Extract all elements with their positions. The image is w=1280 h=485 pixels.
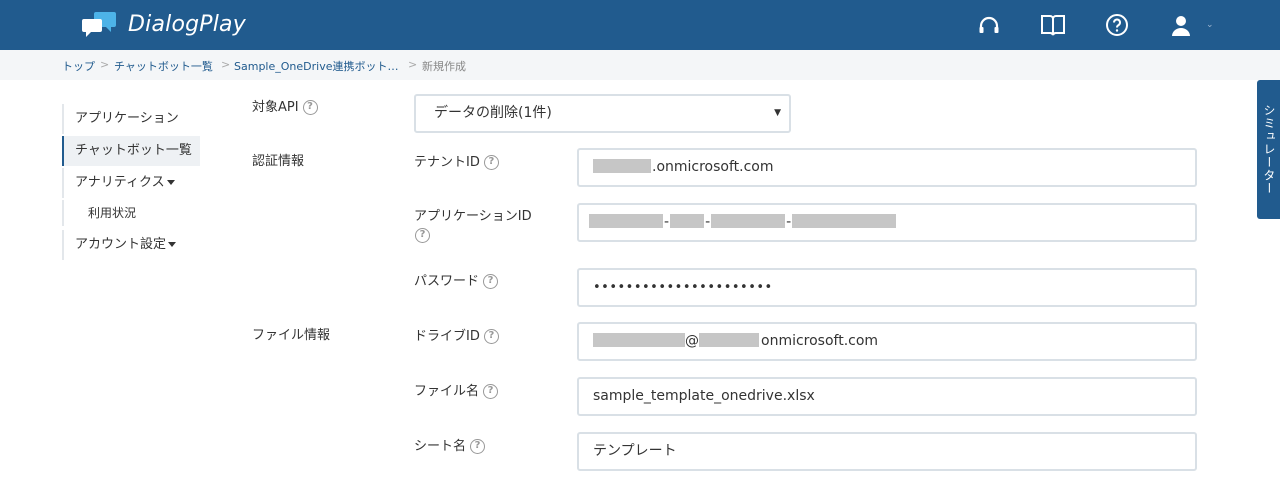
sheet-name-label: シート名? bbox=[414, 435, 486, 454]
target-api-label-text: 対象API bbox=[252, 100, 299, 115]
sidebar-item-label: チャットボット一覧 bbox=[75, 143, 192, 158]
simulator-tab-label: シミュレーター bbox=[1262, 104, 1276, 195]
chevron-down-icon[interactable]: ⌄ bbox=[1206, 20, 1214, 30]
simulator-tab[interactable]: シミュレーター bbox=[1257, 80, 1280, 219]
tenant-id-label: テナントID? bbox=[414, 151, 499, 170]
redacted-value bbox=[589, 213, 663, 228]
sidebar-item-analytics[interactable]: アナリティクス bbox=[62, 168, 200, 198]
sidebar-item-label: アプリケーション bbox=[75, 111, 179, 126]
redacted-value bbox=[699, 332, 759, 347]
drive-id-suffix: onmicrosoft.com bbox=[761, 333, 879, 349]
sidebar-item-applications[interactable]: アプリケーション bbox=[62, 104, 200, 134]
auth-section-title: 認証情報 bbox=[252, 154, 305, 169]
password-label: パスワード? bbox=[414, 270, 499, 289]
drive-id-input[interactable]: @ onmicrosoft.com bbox=[577, 322, 1197, 361]
help-icon[interactable]: ? bbox=[483, 384, 499, 399]
dropdown-caret-icon bbox=[168, 242, 177, 247]
file-name-label-text: ファイル名 bbox=[414, 384, 480, 399]
application-id-label: アプリケーションID bbox=[414, 209, 532, 224]
user-icon[interactable] bbox=[1168, 12, 1194, 38]
password-input[interactable]: •••••••••••••••••••••• bbox=[577, 268, 1197, 307]
tenant-id-suffix: .onmicrosoft.com bbox=[652, 159, 774, 175]
chat-bubbles-logo-icon bbox=[82, 10, 116, 38]
help-icon[interactable]: ? bbox=[483, 329, 499, 344]
file-section-title: ファイル情報 bbox=[252, 328, 331, 343]
file-name-label: ファイル名? bbox=[414, 380, 499, 399]
tenant-id-label-text: テナントID bbox=[414, 155, 480, 170]
target-api-selected-value: データの削除(1件) bbox=[434, 105, 552, 121]
file-name-input[interactable]: sample_template_onedrive.xlsx bbox=[577, 377, 1197, 416]
drive-id-at: @ bbox=[685, 333, 699, 349]
dropdown-caret-icon bbox=[166, 180, 175, 185]
help-circle-icon[interactable] bbox=[1104, 12, 1130, 38]
book-icon[interactable] bbox=[1040, 12, 1066, 38]
redacted-value bbox=[792, 213, 897, 228]
breadcrumb-bot-link[interactable]: Sample_OneDrive連携ボット… bbox=[234, 58, 398, 74]
password-masked-value: •••••••••••••••••••••• bbox=[593, 280, 773, 295]
application-id-input[interactable]: --- bbox=[577, 203, 1197, 242]
target-api-select[interactable]: データの削除(1件) ▼ bbox=[414, 94, 791, 133]
brand-name: DialogPlay bbox=[128, 11, 246, 37]
target-api-label: 対象API? bbox=[252, 96, 318, 115]
redacted-value bbox=[593, 158, 651, 173]
headset-icon[interactable] bbox=[976, 12, 1002, 38]
drive-id-label: ドライブID? bbox=[414, 325, 499, 344]
drive-id-label-text: ドライブID bbox=[414, 329, 480, 344]
sheet-name-input[interactable]: テンプレート bbox=[577, 432, 1197, 471]
select-arrow-icon: ▼ bbox=[774, 108, 781, 118]
redacted-value bbox=[711, 213, 786, 228]
breadcrumb-separator: > bbox=[408, 58, 418, 71]
breadcrumb-top-link[interactable]: トップ bbox=[62, 58, 95, 74]
breadcrumb-separator: > bbox=[100, 58, 110, 71]
sidebar-item-account-settings[interactable]: アカウント設定 bbox=[62, 230, 200, 260]
top-navigation-bar: DialogPlay ⌄ bbox=[0, 0, 1280, 50]
sidebar-item-usage[interactable]: 利用状況 bbox=[62, 200, 200, 226]
help-icon[interactable]: ? bbox=[302, 100, 318, 115]
file-name-value: sample_template_onedrive.xlsx bbox=[593, 388, 815, 404]
breadcrumb-separator: > bbox=[221, 58, 231, 71]
help-icon[interactable]: ? bbox=[470, 439, 486, 454]
redacted-value bbox=[670, 213, 705, 228]
redacted-value bbox=[593, 332, 685, 347]
sidebar-item-label: 利用状況 bbox=[88, 206, 137, 220]
sidebar-item-label: アナリティクス bbox=[75, 175, 165, 190]
breadcrumb-current: 新規作成 bbox=[422, 60, 466, 73]
tenant-id-input[interactable]: .onmicrosoft.com bbox=[577, 148, 1197, 187]
sheet-name-label-text: シート名 bbox=[414, 439, 467, 454]
password-label-text: パスワード bbox=[414, 274, 480, 289]
help-icon[interactable]: ? bbox=[415, 228, 430, 243]
sheet-name-value: テンプレート bbox=[593, 443, 677, 459]
sidebar-item-label: アカウント設定 bbox=[75, 237, 167, 252]
help-icon[interactable]: ? bbox=[483, 155, 499, 170]
breadcrumb: トップ > チャットボット一覧 > Sample_OneDrive連携ボット… … bbox=[0, 50, 1280, 80]
sidebar-item-chatbot-list[interactable]: チャットボット一覧 bbox=[62, 136, 200, 166]
logo[interactable]: DialogPlay bbox=[82, 10, 246, 38]
help-icon[interactable]: ? bbox=[483, 274, 499, 289]
breadcrumb-chatbot-list-link[interactable]: チャットボット一覧 bbox=[114, 58, 213, 74]
